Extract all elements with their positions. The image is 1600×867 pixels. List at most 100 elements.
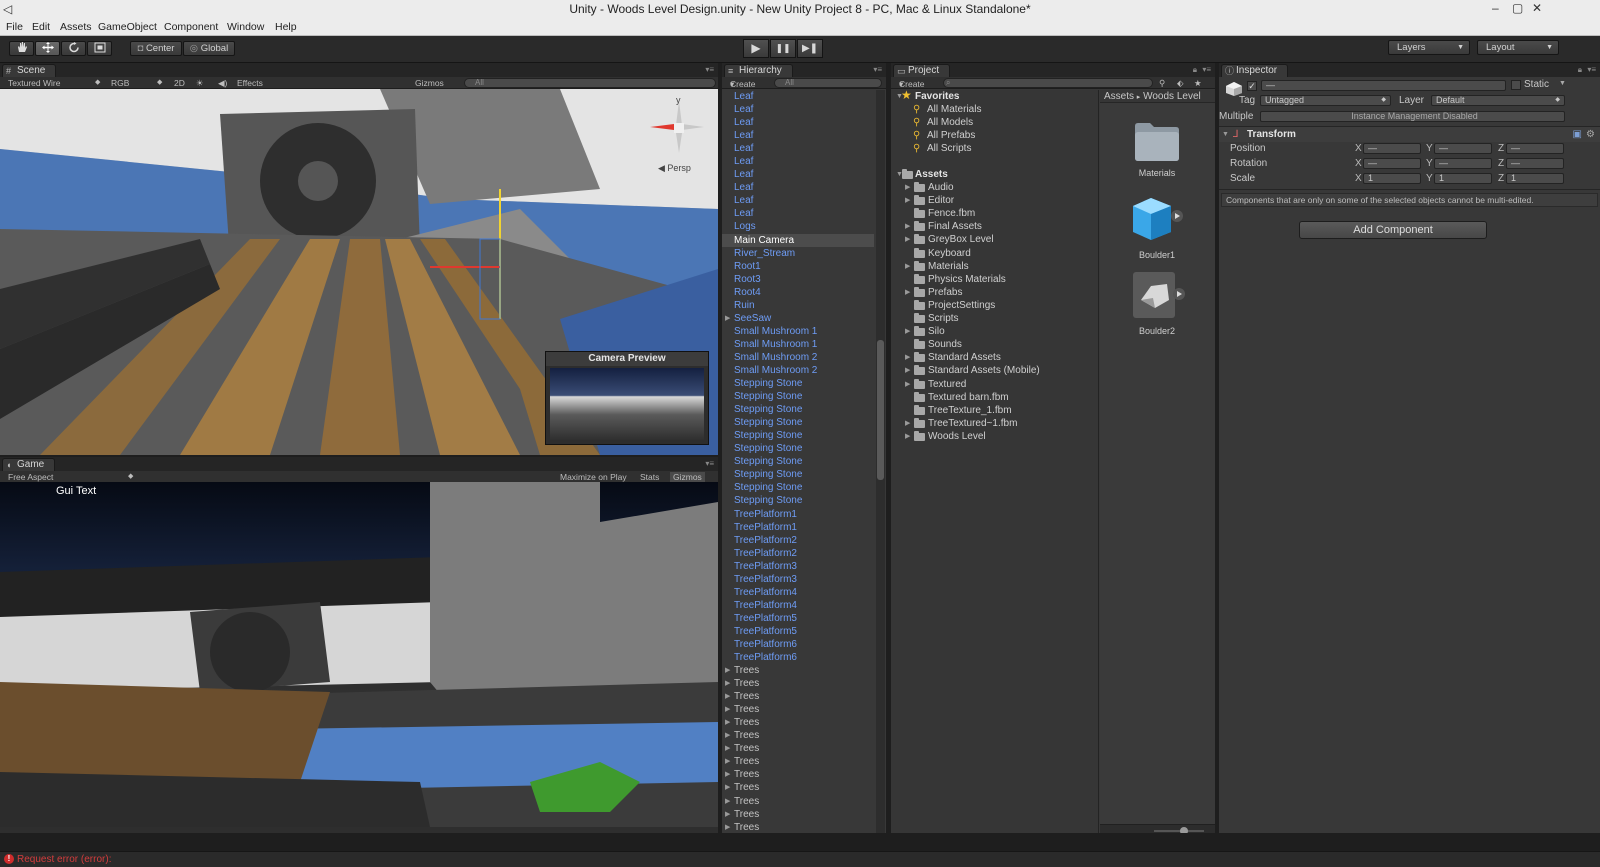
project-folder-item[interactable]: ▶ GreyBox Level bbox=[891, 233, 1091, 246]
scene-orientation-gizmo[interactable]: y ◀ Persp bbox=[646, 95, 706, 177]
hierarchy-item[interactable]: Small Mushroom 1 bbox=[722, 338, 874, 351]
hierarchy-item[interactable]: Logs bbox=[722, 220, 874, 233]
project-folder-item[interactable]: ▶ Prefabs bbox=[891, 286, 1091, 299]
scrollbar-thumb[interactable] bbox=[877, 340, 884, 480]
hierarchy-item[interactable]: Leaf bbox=[722, 194, 874, 207]
hierarchy-item[interactable]: Small Mushroom 1 bbox=[722, 325, 874, 338]
project-folder-item[interactable]: ProjectSettings bbox=[891, 299, 1091, 312]
hierarchy-item[interactable]: ▶ Trees bbox=[722, 742, 874, 755]
hierarchy-item[interactable]: TreePlatform2 bbox=[722, 547, 874, 560]
hierarchy-item[interactable]: Stepping Stone bbox=[722, 494, 874, 507]
hierarchy-item[interactable]: Stepping Stone bbox=[722, 468, 874, 481]
hierarchy-item[interactable]: ▶ Trees bbox=[722, 664, 874, 677]
hierarchy-item[interactable]: TreePlatform6 bbox=[722, 651, 874, 664]
hierarchy-item[interactable]: ▶ SeeSaw bbox=[722, 312, 874, 325]
hierarchy-item[interactable]: Leaf bbox=[722, 155, 874, 168]
menu-gameobject[interactable]: GameObject bbox=[98, 21, 157, 33]
scale-y-field[interactable]: 1 bbox=[1434, 173, 1492, 184]
maximize-icon[interactable]: ▢ bbox=[1512, 1, 1523, 15]
hierarchy-item[interactable]: ▶ Trees bbox=[722, 677, 874, 690]
project-folder-item[interactable]: Sounds bbox=[891, 338, 1091, 351]
hierarchy-item[interactable]: Stepping Stone bbox=[722, 429, 874, 442]
rotation-z-field[interactable]: — bbox=[1506, 158, 1564, 169]
rotation-x-field[interactable]: — bbox=[1363, 158, 1421, 169]
panel-menu-icon[interactable]: ▾≡ bbox=[705, 65, 714, 74]
hierarchy-item[interactable]: ▶ Trees bbox=[722, 821, 874, 833]
hierarchy-item[interactable]: Leaf bbox=[722, 103, 874, 116]
menu-component[interactable]: Component bbox=[164, 21, 218, 33]
mode-2d-toggle[interactable]: 2D bbox=[174, 78, 185, 88]
move-tool-button[interactable] bbox=[35, 41, 60, 56]
project-folder-item[interactable]: ▶ TreeTextured~1.fbm bbox=[891, 417, 1091, 430]
expand-arrow-icon[interactable]: ▶ bbox=[725, 690, 730, 703]
expand-arrow-icon[interactable]: ▶ bbox=[905, 378, 910, 391]
menu-window[interactable]: Window bbox=[227, 21, 264, 33]
tab-inspector[interactable]: ⓘ Inspector bbox=[1221, 64, 1289, 77]
project-folder-item[interactable]: ▶ Silo bbox=[891, 325, 1091, 338]
hierarchy-item[interactable]: ▶ Trees bbox=[722, 781, 874, 794]
aspect-dropdown[interactable]: Free Aspect bbox=[8, 472, 53, 482]
project-folder-item[interactable]: ▶ Standard Assets (Mobile) bbox=[891, 364, 1091, 377]
menu-file[interactable]: File bbox=[6, 21, 23, 33]
expand-arrow-icon[interactable]: ▶ bbox=[725, 821, 730, 833]
expand-arrow-icon[interactable]: ▶ bbox=[725, 312, 730, 325]
static-checkbox[interactable] bbox=[1511, 80, 1521, 90]
menu-help[interactable]: Help bbox=[275, 21, 297, 33]
audio-toggle-icon[interactable]: ◀) bbox=[218, 78, 227, 89]
project-folder-item[interactable]: ▶ Textured bbox=[891, 378, 1091, 391]
hierarchy-item[interactable]: Stepping Stone bbox=[722, 377, 874, 390]
hand-tool-button[interactable] bbox=[9, 41, 34, 56]
scale-x-field[interactable]: 1 bbox=[1363, 173, 1421, 184]
hierarchy-item[interactable]: Stepping Stone bbox=[722, 390, 874, 403]
expand-arrow-icon[interactable]: ▶ bbox=[725, 742, 730, 755]
maximize-on-play-toggle[interactable]: Maximize on Play bbox=[560, 472, 627, 482]
persp-label[interactable]: ◀ Persp bbox=[658, 163, 691, 174]
hierarchy-item[interactable]: ▶ Trees bbox=[722, 729, 874, 742]
filter-by-type-icon[interactable]: ⚲ bbox=[1159, 78, 1165, 89]
breadcrumb-woods-level[interactable]: Woods Level bbox=[1143, 91, 1201, 102]
hierarchy-item[interactable]: Stepping Stone bbox=[722, 403, 874, 416]
hierarchy-search-input[interactable]: All bbox=[774, 78, 882, 88]
step-button[interactable]: ▶❚ bbox=[797, 39, 823, 58]
favorite-item[interactable]: ⚲ All Materials bbox=[891, 103, 1091, 116]
expand-arrow-icon[interactable]: ▶ bbox=[725, 755, 730, 768]
close-icon[interactable]: ✕ bbox=[1532, 1, 1542, 15]
project-search-input[interactable]: ⌕ bbox=[943, 78, 1153, 88]
position-y-field[interactable]: — bbox=[1434, 143, 1492, 154]
dropdown-arrow-icon[interactable]: ▼ bbox=[1559, 80, 1566, 87]
lock-icon[interactable]: 🔒︎ bbox=[1578, 65, 1582, 75]
expand-arrow-icon[interactable]: ▶ bbox=[905, 233, 910, 246]
game-gizmos-toggle[interactable]: Gizmos bbox=[670, 472, 705, 482]
tag-dropdown[interactable]: Untagged ◆ bbox=[1260, 95, 1391, 106]
hierarchy-item[interactable]: Root3 bbox=[722, 273, 874, 286]
project-folder-item[interactable]: Fence.fbm bbox=[891, 207, 1091, 220]
tab-game[interactable]: ◖ Game bbox=[2, 458, 56, 471]
hierarchy-item[interactable]: Leaf bbox=[722, 142, 874, 155]
hierarchy-item[interactable]: TreePlatform1 bbox=[722, 521, 874, 534]
tab-scene[interactable]: # Scene bbox=[2, 64, 57, 77]
expand-arrow-icon[interactable]: ▶ bbox=[905, 364, 910, 377]
tab-hierarchy[interactable]: ≡ Hierarchy bbox=[724, 64, 793, 77]
minimize-icon[interactable]: – bbox=[1492, 1, 1499, 15]
hierarchy-item[interactable]: TreePlatform4 bbox=[722, 586, 874, 599]
hierarchy-item[interactable]: Leaf bbox=[722, 181, 874, 194]
lighting-toggle-icon[interactable]: ☀ bbox=[196, 78, 204, 89]
project-folder-item[interactable]: Textured barn.fbm bbox=[891, 391, 1091, 404]
expand-arrow-icon[interactable]: ▶ bbox=[725, 664, 730, 677]
expand-arrow-icon[interactable]: ▶ bbox=[905, 260, 910, 273]
hierarchy-item[interactable]: ▶ Trees bbox=[722, 808, 874, 821]
stats-toggle[interactable]: Stats bbox=[640, 472, 659, 482]
project-folder-item[interactable]: Scripts bbox=[891, 312, 1091, 325]
hierarchy-item[interactable]: Leaf bbox=[722, 90, 874, 103]
expand-arrow-icon[interactable]: ▶ bbox=[905, 325, 910, 338]
project-folder-item[interactable]: TreeTexture_1.fbm bbox=[891, 404, 1091, 417]
expand-arrow-icon[interactable]: ▶ bbox=[905, 194, 910, 207]
hierarchy-item[interactable]: TreePlatform3 bbox=[722, 573, 874, 586]
menu-edit[interactable]: Edit bbox=[32, 21, 50, 33]
project-folder-item[interactable]: ▶ Woods Level bbox=[891, 430, 1091, 443]
expand-arrow-icon[interactable]: ▶ bbox=[905, 430, 910, 443]
hierarchy-item[interactable]: Leaf bbox=[722, 207, 874, 220]
hierarchy-item[interactable]: ▶ Trees bbox=[722, 755, 874, 768]
project-folder-item[interactable]: ▶ Standard Assets bbox=[891, 351, 1091, 364]
hierarchy-item[interactable]: Stepping Stone bbox=[722, 481, 874, 494]
